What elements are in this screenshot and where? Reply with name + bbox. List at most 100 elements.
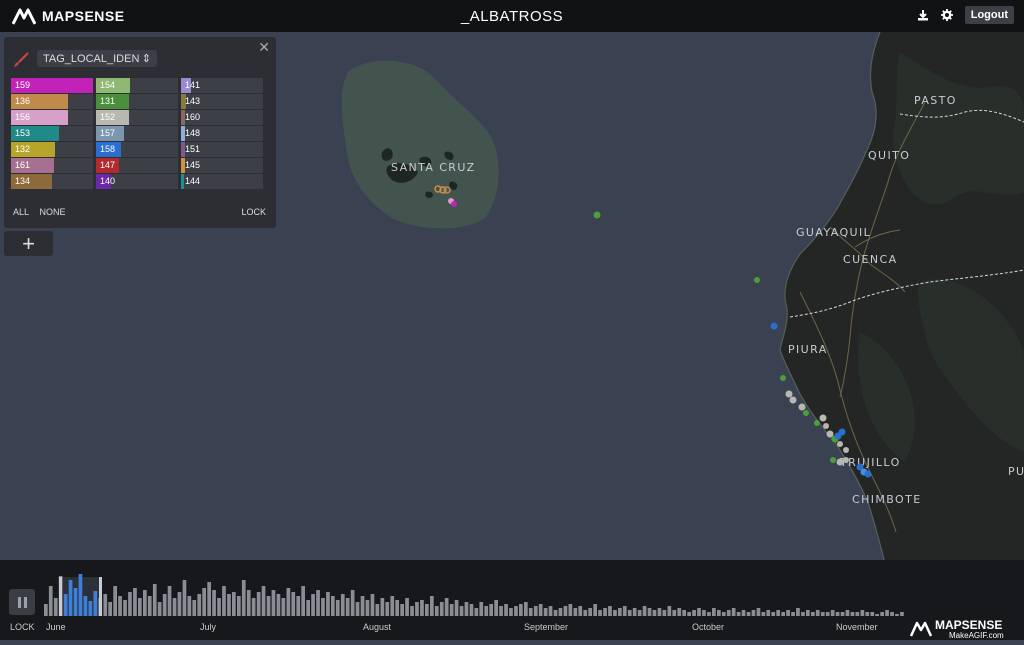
watermark-logo-icon xyxy=(909,621,933,637)
timeline-histogram[interactable] xyxy=(0,560,1024,620)
legend-item-131[interactable]: 131 xyxy=(96,94,178,109)
legend-item-147[interactable]: 147 xyxy=(96,158,178,173)
place-label-pasto: PASTO xyxy=(914,94,957,107)
histogram-bar xyxy=(494,600,498,616)
legend-item-134[interactable]: 134 xyxy=(11,174,93,189)
close-icon[interactable]: ✕ xyxy=(258,39,270,56)
legend-item-158[interactable]: 158 xyxy=(96,142,178,157)
histogram-bar xyxy=(647,608,652,616)
brand[interactable]: MAPSENSE xyxy=(12,7,125,25)
legend-item-160[interactable]: 160 xyxy=(181,110,263,125)
dimension-select[interactable]: TAG_LOCAL_IDEN ⇕ xyxy=(37,50,157,67)
track-point xyxy=(798,403,806,411)
histogram-bar xyxy=(791,612,795,616)
download-icon[interactable] xyxy=(917,9,929,21)
histogram-bar xyxy=(820,612,825,616)
histogram-bar xyxy=(801,612,805,616)
select-all-button[interactable]: ALL xyxy=(13,207,29,217)
legend-item-151[interactable]: 151 xyxy=(181,142,263,157)
histogram-bar xyxy=(311,594,315,616)
legend-item-161[interactable]: 161 xyxy=(11,158,93,173)
time-selection-end-handle xyxy=(99,577,102,616)
histogram-bar xyxy=(430,596,434,616)
place-label-guayaquil: GUAYAQUIL xyxy=(796,226,871,239)
histogram-bar xyxy=(172,598,177,616)
histogram-bar xyxy=(707,612,711,616)
watermark-brand: MAPSENSE xyxy=(935,618,1002,632)
histogram-bar xyxy=(103,594,108,616)
track-point xyxy=(803,410,809,416)
histogram-bar xyxy=(123,600,127,616)
legend-item-145[interactable]: 145 xyxy=(181,158,263,173)
histogram-bar xyxy=(449,604,454,616)
legend-item-154[interactable]: 154 xyxy=(96,78,178,93)
month-label-july: July xyxy=(200,622,217,632)
histogram-bar xyxy=(360,596,365,616)
legend-label: 148 xyxy=(185,128,201,138)
histogram-bar xyxy=(439,602,444,616)
logout-button[interactable]: Logout xyxy=(964,6,1014,24)
histogram-bar xyxy=(469,604,474,616)
legend-label: 153 xyxy=(15,128,31,138)
histogram-bar xyxy=(682,610,686,616)
histogram-bar xyxy=(598,610,602,616)
histogram-bar xyxy=(850,612,855,616)
histogram-bar xyxy=(291,592,296,616)
histogram-bar xyxy=(558,608,563,616)
legend-item-143[interactable]: 143 xyxy=(181,94,263,109)
legend-label: 159 xyxy=(15,80,31,90)
histogram-bar xyxy=(405,598,409,616)
histogram-bar xyxy=(192,600,197,616)
panel-lock-button[interactable]: LOCK xyxy=(241,207,266,217)
histogram-bar xyxy=(271,590,276,616)
paint-brush-icon[interactable] xyxy=(12,51,30,69)
histogram-bar xyxy=(652,610,657,616)
legend-item-152[interactable]: 152 xyxy=(96,110,178,125)
histogram-bar xyxy=(147,596,152,616)
histogram-bar xyxy=(350,590,355,616)
legend-item-141[interactable]: 141 xyxy=(181,78,263,93)
top-bar: MAPSENSE _ALBATROSS Logout xyxy=(0,0,1024,32)
track-point xyxy=(837,441,843,447)
legend-item-148[interactable]: 148 xyxy=(181,126,263,141)
select-none-button[interactable]: NONE xyxy=(40,207,66,217)
gear-icon[interactable] xyxy=(940,9,953,21)
legend-item-144[interactable]: 144 xyxy=(181,174,263,189)
histogram-bar xyxy=(410,606,414,616)
histogram-bar xyxy=(227,594,231,616)
histogram-bar xyxy=(395,600,399,616)
histogram-bar xyxy=(608,606,612,616)
legend-item-156[interactable]: 156 xyxy=(11,110,93,125)
histogram-bar xyxy=(499,606,503,616)
legend-item-140[interactable]: 140 xyxy=(96,174,178,189)
histogram-bar xyxy=(642,606,647,616)
histogram-bar xyxy=(548,606,553,616)
legend-item-153[interactable]: 153 xyxy=(11,126,93,141)
histogram-bar xyxy=(133,588,137,616)
histogram-bar xyxy=(618,608,622,616)
histogram-bar xyxy=(63,594,68,616)
histogram-bar xyxy=(251,598,256,616)
legend-item-136[interactable]: 136 xyxy=(11,94,93,109)
month-label-august: August xyxy=(363,622,392,632)
place-label-cuenca: CUENCA xyxy=(843,253,898,266)
legend-item-157[interactable]: 157 xyxy=(96,126,178,141)
legend-label: 157 xyxy=(100,128,116,138)
histogram-bar xyxy=(786,610,790,616)
histogram-bar xyxy=(207,582,211,616)
timeline-lock-button[interactable]: LOCK xyxy=(10,622,35,632)
histogram-bar xyxy=(533,606,538,616)
histogram-bar xyxy=(138,598,142,616)
legend-item-159[interactable]: 159 xyxy=(11,78,93,93)
histogram-bar xyxy=(746,612,751,616)
histogram-bar xyxy=(721,612,726,616)
histogram-bar xyxy=(712,608,716,616)
histogram-bar xyxy=(672,610,677,616)
legend-label: 131 xyxy=(100,96,116,106)
histogram-bar xyxy=(568,604,573,616)
legend-item-132[interactable]: 132 xyxy=(11,142,93,157)
place-label-quito: QUITO xyxy=(868,149,910,162)
histogram-bar xyxy=(657,608,662,616)
add-layer-button[interactable]: + xyxy=(4,231,53,256)
pause-button[interactable] xyxy=(9,589,35,615)
